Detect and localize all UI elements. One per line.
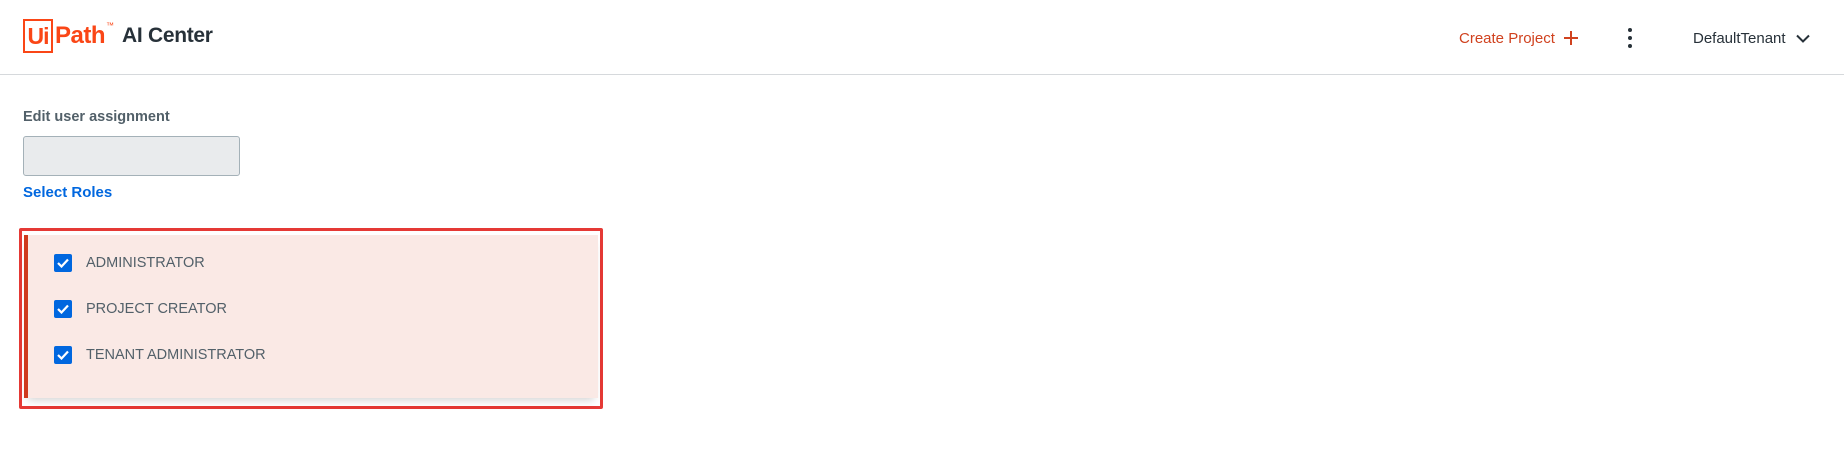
role-item-tenant-administrator[interactable]: TENANT ADMINISTRATOR [54,344,266,366]
role-item-project-creator[interactable]: PROJECT CREATOR [54,298,227,320]
role-label: PROJECT CREATOR [86,301,227,317]
edit-user-assignment-title: Edit user assignment [23,109,170,125]
checkmark-icon [57,350,69,360]
product-name: AI Center [122,24,213,47]
tenant-selector[interactable]: DefaultTenant [1693,27,1810,49]
top-header: Ui Path ™ AI Center Create Project Defau… [0,0,1844,75]
role-label: ADMINISTRATOR [86,255,205,271]
more-options-kebab-icon[interactable] [1622,28,1638,48]
checkmark-icon [57,304,69,314]
checkbox-checked-icon[interactable] [54,300,72,318]
checkmark-icon [57,258,69,268]
chevron-down-icon [1795,34,1810,43]
logo-path-text: Path [55,22,106,49]
app-root: Ui Path ™ AI Center Create Project Defau… [0,0,1844,472]
roles-list: ADMINISTRATOR PROJECT CREATOR TENANT ADM… [24,235,598,398]
logo-ui-text: Ui [27,22,50,49]
role-label: TENANT ADMINISTRATOR [86,347,266,363]
logo-trademark: ™ [106,21,115,30]
logo-ui-box: Ui [23,19,53,53]
user-name-field[interactable] [23,136,240,176]
select-roles-link[interactable]: Select Roles [23,184,112,201]
create-project-label: Create Project [1459,29,1555,47]
tenant-name: DefaultTenant [1693,29,1786,47]
create-project-button[interactable]: Create Project [1459,27,1578,49]
role-item-administrator[interactable]: ADMINISTRATOR [54,252,205,274]
checkbox-checked-icon[interactable] [54,254,72,272]
plus-icon [1563,31,1578,45]
uipath-logo[interactable]: Ui Path ™ AI Center [23,19,213,53]
checkbox-checked-icon[interactable] [54,346,72,364]
